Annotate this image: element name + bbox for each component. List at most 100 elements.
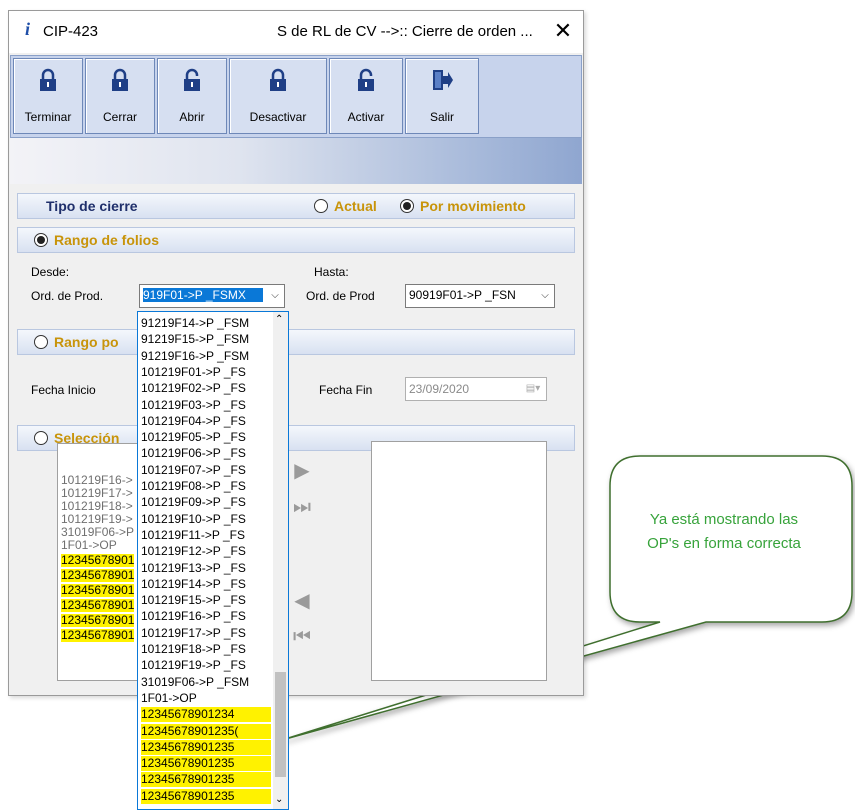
dropdown-item[interactable]: 101219F15->P _FS xyxy=(141,593,271,608)
dropdown-item[interactable]: 101219F02->P _FS xyxy=(141,381,271,396)
rango-fechas-header: Rango po xyxy=(17,329,575,355)
abrir-button[interactable]: Abrir xyxy=(157,58,227,134)
title-bar: i CIP-423 S de RL de CV -->:: Cierre de … xyxy=(9,11,583,53)
dropdown-item[interactable]: 1F01->OP xyxy=(141,691,271,706)
dropdown-item[interactable]: 12345678901235( xyxy=(141,723,271,739)
scroll-thumb[interactable] xyxy=(275,672,286,777)
tipo-cierre-header: Tipo de cierre Actual Por movimiento xyxy=(17,193,575,219)
dropdown-item[interactable]: 12345678901235 xyxy=(141,739,271,755)
dropdown-item[interactable]: 12345678901235 xyxy=(141,772,271,788)
list-item[interactable]: 12345678901 xyxy=(61,569,135,582)
desactivar-button[interactable]: Desactivar xyxy=(229,58,327,134)
orden-prod-label-hasta: Ord. de Prod xyxy=(306,289,375,303)
list-item[interactable]: 101219F18-> xyxy=(61,500,133,513)
por-movimiento-radio[interactable] xyxy=(400,199,414,213)
close-button[interactable]: ✕ xyxy=(549,17,577,45)
dropdown-item[interactable]: 91219F16->P _FSM xyxy=(141,349,271,364)
lock-closed-icon xyxy=(112,68,128,91)
list-item[interactable]: 101219F16-> xyxy=(61,474,133,487)
dropdown-item[interactable]: 31019F06->P _FSM xyxy=(141,675,271,690)
fecha-fin-value: 23/09/2020 xyxy=(409,382,470,396)
fecha-fin-picker[interactable]: 23/09/2020 ▤▾ xyxy=(405,377,547,401)
rango-fechas-radio[interactable] xyxy=(34,335,48,349)
list-item[interactable]: 12345678901 xyxy=(61,554,135,567)
lock-open-icon xyxy=(358,68,374,91)
actual-label: Actual xyxy=(334,198,377,214)
move-left-icon[interactable]: ◀ xyxy=(285,587,319,615)
list-item[interactable]: 12345678901 xyxy=(61,629,135,642)
dropdown-item[interactable]: 12345678901234 xyxy=(141,707,271,723)
dropdown-item[interactable]: 101219F01->P _FS xyxy=(141,365,271,380)
dropdown-item[interactable]: 101219F06->P _FS xyxy=(141,446,271,461)
desde-combo[interactable]: 919F01->P _FSMX ⌵ xyxy=(139,284,285,308)
header-gradient-strip xyxy=(10,138,582,184)
dropdown-item[interactable]: 12345678901235 xyxy=(141,756,271,772)
list-item[interactable]: 101219F17-> xyxy=(61,487,133,500)
dropdown-item[interactable]: 91219F14->P _FSM xyxy=(141,316,271,331)
salir-button[interactable]: Salir xyxy=(405,58,479,134)
window-title: S de RL de CV -->:: Cierre de orden ... xyxy=(277,23,533,40)
main-window: i CIP-423 S de RL de CV -->:: Cierre de … xyxy=(8,10,584,696)
chevron-down-icon[interactable]: ⌵ xyxy=(536,285,554,307)
calendar-icon[interactable]: ▤▾ xyxy=(520,378,546,400)
callout-line-2: OP's en forma correcta xyxy=(647,535,801,552)
dropdown-item[interactable]: 101219F03->P _FS xyxy=(141,398,271,413)
dropdown-item[interactable]: 101219F16->P _FS xyxy=(141,609,271,624)
cerrar-button[interactable]: Cerrar xyxy=(85,58,155,134)
lock-closed-icon xyxy=(270,68,286,91)
seleccion-radio[interactable] xyxy=(34,431,48,445)
list-item[interactable]: 101219F19-> xyxy=(61,513,133,526)
chevron-down-icon[interactable]: ⌵ xyxy=(266,285,284,307)
rango-folios-radio[interactable] xyxy=(34,233,48,247)
dropdown-item[interactable]: 101219F12->P _FS xyxy=(141,544,271,559)
list-item[interactable]: 12345678901 xyxy=(61,584,135,597)
selected-list[interactable] xyxy=(371,441,547,681)
list-item[interactable]: 31019F06->P xyxy=(61,526,134,539)
exit-icon xyxy=(433,70,453,90)
move-all-left-icon[interactable]: ⏮ xyxy=(285,623,319,651)
dropdown-item[interactable]: 101219F18->P _FS xyxy=(141,642,271,657)
list-item[interactable]: 1F01->OP xyxy=(61,539,117,552)
dropdown-item[interactable]: 12345678901235 xyxy=(141,788,271,804)
move-right-icon[interactable]: ▶ xyxy=(285,457,319,485)
hasta-value: 90919F01->P _FSN xyxy=(409,288,516,302)
abrir-label: Abrir xyxy=(179,110,205,124)
dropdown-item[interactable]: 101219F05->P _FS xyxy=(141,430,271,445)
list-item[interactable]: 12345678901 xyxy=(61,614,135,627)
info-icon: i xyxy=(25,19,31,39)
activar-button[interactable]: Activar xyxy=(329,58,403,134)
dropdown-scrollbar[interactable]: ⌃ ⌄ xyxy=(273,312,288,809)
dropdown-item[interactable]: 101219F14->P _FS xyxy=(141,577,271,592)
dropdown-item[interactable]: 101219F17->P _FS xyxy=(141,626,271,641)
desde-label: Desde: xyxy=(31,265,70,279)
hasta-combo[interactable]: 90919F01->P _FSN ⌵ xyxy=(405,284,555,308)
dropdown-item[interactable]: 101219F07->P _FS xyxy=(141,463,271,478)
window-code: CIP-423 xyxy=(43,23,99,40)
actual-radio[interactable] xyxy=(314,199,328,213)
scroll-down-icon[interactable]: ⌄ xyxy=(275,794,283,805)
dropdown-item[interactable]: 101219F13->P _FS xyxy=(141,561,271,576)
por-movimiento-label: Por movimiento xyxy=(420,198,526,214)
tipo-cierre-title: Tipo de cierre xyxy=(46,198,138,214)
callout-text: Ya está mostrando las OP's en forma corr… xyxy=(606,508,842,556)
scroll-up-icon[interactable]: ⌃ xyxy=(275,314,283,325)
available-list[interactable]: 101219F16-> 101219F17-> 101219F18-> 1012… xyxy=(57,443,145,681)
desactivar-label: Desactivar xyxy=(249,110,307,124)
cerrar-label: Cerrar xyxy=(102,110,137,124)
dropdown-item[interactable]: 101219F19->P _FS xyxy=(141,658,271,673)
fecha-fin-label: Fecha Fin xyxy=(319,383,373,397)
dropdown-item[interactable]: 101219F08->P _FS xyxy=(141,479,271,494)
terminar-button[interactable]: Terminar xyxy=(13,58,83,134)
dropdown-item[interactable]: 101219F11->P _FS xyxy=(141,528,271,543)
callout-line-1: Ya está mostrando las xyxy=(649,511,799,528)
dropdown-item[interactable]: 101219F10->P _FS xyxy=(141,512,271,527)
list-item[interactable]: 12345678901 xyxy=(61,599,135,612)
lock-closed-icon xyxy=(40,68,56,91)
fecha-inicio-label: Fecha Inicio xyxy=(31,383,96,397)
dropdown-item[interactable]: 101219F04->P _FS xyxy=(141,414,271,429)
rango-folios-title: Rango de folios xyxy=(54,232,159,248)
dropdown-item[interactable]: 101219F09->P _FS xyxy=(141,495,271,510)
dropdown-item[interactable]: 91219F15->P _FSM xyxy=(141,332,271,347)
order-dropdown-list[interactable]: ⌃ ⌄ 91219F14->P _FSM 91219F15->P _FSM 9121… xyxy=(137,311,289,810)
move-all-right-icon[interactable]: ⏭ xyxy=(285,493,319,521)
